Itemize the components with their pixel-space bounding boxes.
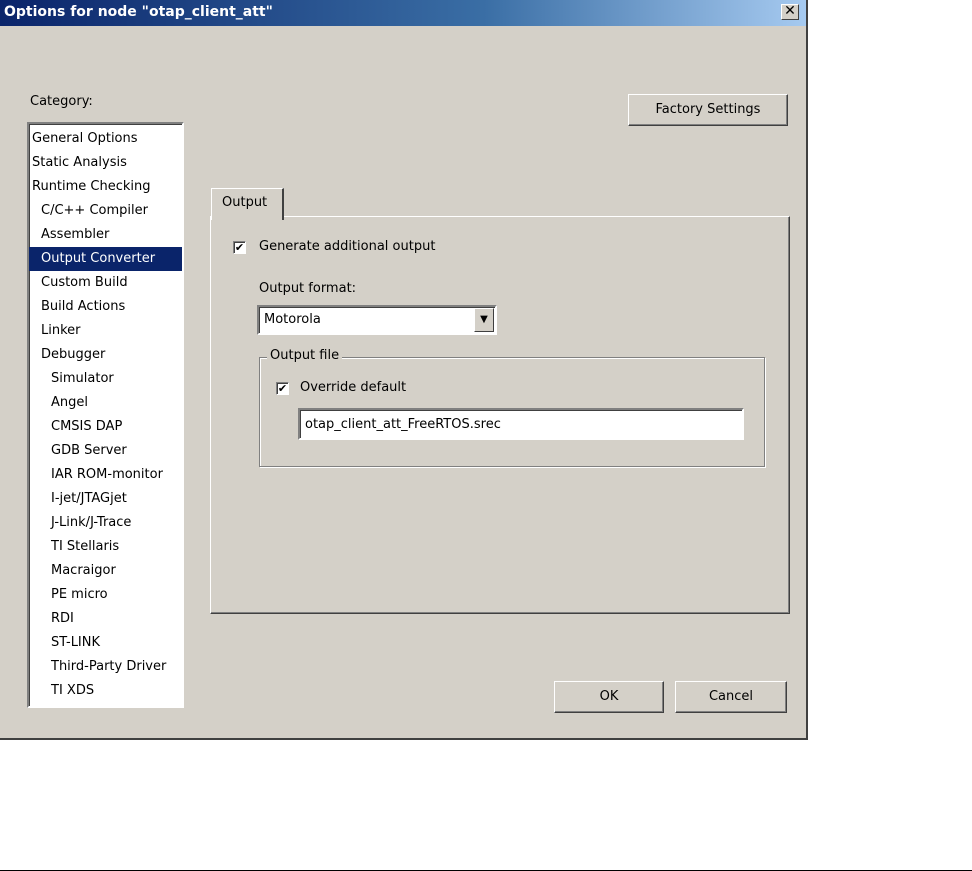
cancel-button[interactable]: Cancel	[675, 681, 787, 713]
output-file-group-title: Output file	[267, 348, 343, 363]
category-item[interactable]: IAR ROM-monitor	[29, 463, 182, 487]
output-format-value: Motorola	[264, 312, 321, 327]
generate-output-checkbox[interactable]: ✔	[233, 241, 246, 254]
override-default-checkbox[interactable]: ✔	[276, 382, 289, 395]
category-item[interactable]: PE micro	[29, 583, 182, 607]
category-item[interactable]: Static Analysis	[29, 151, 182, 175]
category-item[interactable]: C/C++ Compiler	[29, 199, 182, 223]
output-format-label: Output format:	[259, 281, 357, 296]
title-bar[interactable]: Options for node "otap_client_att" ✕	[0, 0, 806, 26]
category-item[interactable]: Macraigor	[29, 559, 182, 583]
category-item[interactable]: ST-LINK	[29, 631, 182, 655]
category-item[interactable]: J-Link/J-Trace	[29, 511, 182, 535]
options-dialog: Options for node "otap_client_att" ✕ Cat…	[0, 0, 808, 740]
category-item[interactable]: Debugger	[29, 343, 182, 367]
category-item[interactable]: GDB Server	[29, 439, 182, 463]
category-item[interactable]: RDI	[29, 607, 182, 631]
ok-button[interactable]: OK	[554, 681, 664, 713]
category-item[interactable]: General Options	[29, 127, 182, 151]
category-item[interactable]: I-jet/JTAGjet	[29, 487, 182, 511]
category-item[interactable]: Output Converter	[29, 247, 182, 271]
tab-output[interactable]: Output	[211, 188, 284, 220]
override-default-label: Override default	[300, 380, 407, 395]
category-item[interactable]: TI XDS	[29, 679, 182, 703]
category-item[interactable]: Custom Build	[29, 271, 182, 295]
category-item[interactable]: Linker	[29, 319, 182, 343]
category-item[interactable]: Build Actions	[29, 295, 182, 319]
tab-output-label: Output	[222, 195, 268, 210]
category-item[interactable]: Angel	[29, 391, 182, 415]
category-item[interactable]: CMSIS DAP	[29, 415, 182, 439]
output-file-field[interactable]	[298, 408, 744, 440]
generate-output-label: Generate additional output	[259, 239, 436, 254]
category-item[interactable]: Third-Party Driver	[29, 655, 182, 679]
checkmark-icon: ✔	[277, 382, 288, 395]
chevron-down-icon: ▼	[480, 314, 488, 325]
category-list[interactable]: General Options Static Analysis Runtime Ch…	[27, 122, 184, 708]
factory-settings-button[interactable]: Factory Settings	[628, 94, 788, 126]
checkmark-icon: ✔	[234, 241, 245, 254]
close-icon: ✕	[784, 3, 796, 19]
output-format-select[interactable]: Motorola ▼	[257, 305, 497, 335]
close-button[interactable]: ✕	[781, 4, 799, 20]
category-item[interactable]: Assembler	[29, 223, 182, 247]
dropdown-button[interactable]: ▼	[474, 308, 494, 332]
category-item[interactable]: Simulator	[29, 367, 182, 391]
category-label: Category:	[30, 94, 93, 109]
window-title: Options for node "otap_client_att"	[4, 4, 273, 20]
category-item[interactable]: TI Stellaris	[29, 535, 182, 559]
category-item[interactable]: Runtime Checking	[29, 175, 182, 199]
